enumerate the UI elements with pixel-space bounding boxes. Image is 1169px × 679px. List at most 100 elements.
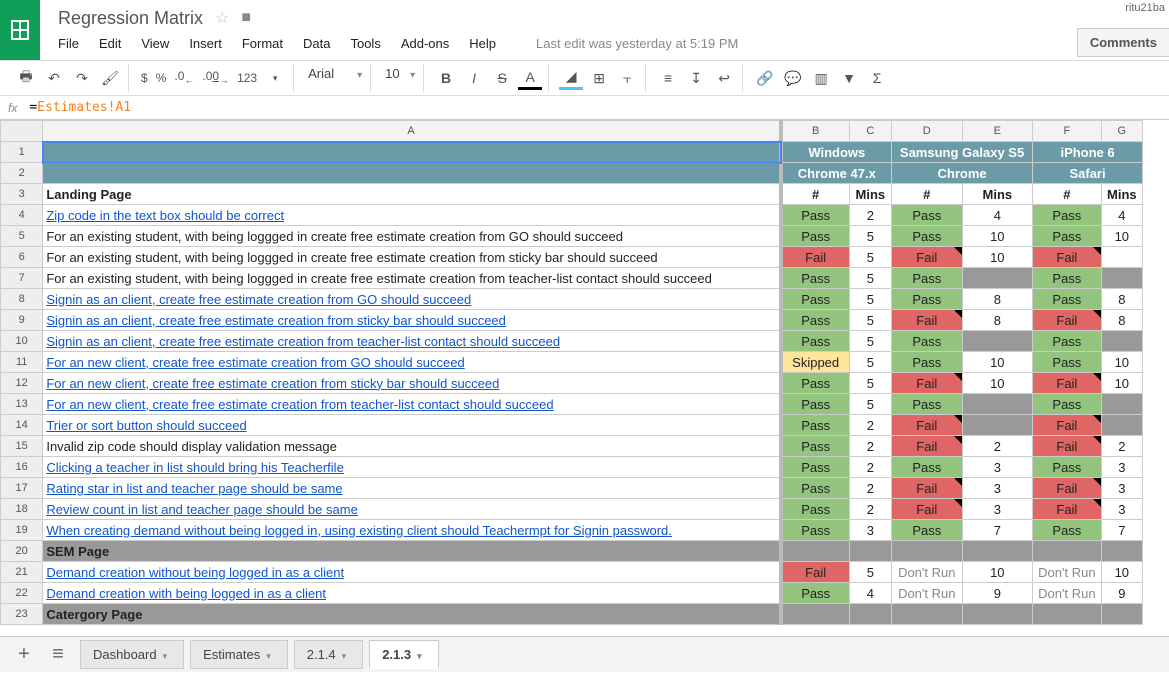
row-header[interactable]: 16 xyxy=(1,457,43,478)
cell[interactable]: 10 xyxy=(962,226,1033,247)
test-link[interactable]: Rating star in list and teacher page sho… xyxy=(46,481,342,496)
cell[interactable]: 3 xyxy=(1101,499,1142,520)
cell[interactable]: For an existing student, with being logg… xyxy=(43,226,781,247)
text-wrap-icon[interactable]: ↩ xyxy=(712,66,736,90)
cell[interactable]: 10 xyxy=(1101,562,1142,583)
sheet-tab[interactable]: Dashboard▾ xyxy=(80,640,184,669)
chevron-down-icon[interactable]: ▾ xyxy=(266,651,271,661)
cell[interactable] xyxy=(1101,394,1142,415)
cell[interactable] xyxy=(962,604,1033,625)
cell[interactable]: 3 xyxy=(962,478,1033,499)
cell[interactable] xyxy=(781,604,850,625)
row-header[interactable]: 4 xyxy=(1,205,43,226)
cell[interactable]: Pass xyxy=(1033,352,1102,373)
cell[interactable]: 5 xyxy=(849,289,891,310)
cell[interactable]: Fail xyxy=(781,247,850,268)
cell[interactable]: Pass xyxy=(892,457,963,478)
cell[interactable]: 5 xyxy=(849,226,891,247)
cell[interactable]: Chrome xyxy=(892,163,1033,184)
cell[interactable]: 3 xyxy=(1101,478,1142,499)
cell[interactable]: 10 xyxy=(962,373,1033,394)
cell[interactable]: 10 xyxy=(962,562,1033,583)
cell[interactable]: 7 xyxy=(1101,520,1142,541)
cell[interactable]: Mins xyxy=(1101,184,1142,205)
cell[interactable]: Don't Run xyxy=(892,562,963,583)
menu-edit[interactable]: Edit xyxy=(99,36,121,51)
row-header[interactable]: 21 xyxy=(1,562,43,583)
test-link[interactable]: For an new client, create free estimate … xyxy=(46,397,553,412)
cell[interactable]: Pass xyxy=(781,478,850,499)
chevron-down-icon[interactable]: ▾ xyxy=(417,651,422,661)
cell[interactable] xyxy=(962,394,1033,415)
cell[interactable]: 3 xyxy=(962,499,1033,520)
menu-view[interactable]: View xyxy=(141,36,169,51)
cell[interactable]: When creating demand without being logge… xyxy=(43,520,781,541)
all-sheets-button[interactable]: ≡ xyxy=(46,643,70,666)
font-select[interactable]: Arial xyxy=(304,66,364,90)
cell[interactable]: Demand creation with being logged in as … xyxy=(43,583,781,604)
cell[interactable]: Fail xyxy=(892,499,963,520)
insert-link-icon[interactable]: 🔗 xyxy=(753,66,777,90)
cell[interactable]: 8 xyxy=(962,289,1033,310)
test-link[interactable]: Clicking a teacher in list should bring … xyxy=(46,460,343,475)
row-header[interactable]: 13 xyxy=(1,394,43,415)
cell[interactable]: Don't Run xyxy=(892,583,963,604)
cell[interactable]: 2 xyxy=(962,436,1033,457)
cell[interactable] xyxy=(892,541,963,562)
cell[interactable]: 7 xyxy=(962,520,1033,541)
cell[interactable]: Pass xyxy=(781,499,850,520)
increase-decimal[interactable]: .00→ xyxy=(200,69,231,86)
cell[interactable]: Rating star in list and teacher page sho… xyxy=(43,478,781,499)
cell[interactable]: 2 xyxy=(1101,436,1142,457)
row-header[interactable]: 23 xyxy=(1,604,43,625)
test-link[interactable]: Zip code in the text box should be corre… xyxy=(46,208,284,223)
cell[interactable]: Pass xyxy=(1033,520,1102,541)
cell[interactable]: Skipped xyxy=(781,352,850,373)
col-header[interactable]: G xyxy=(1101,121,1142,142)
more-formats[interactable]: 123 xyxy=(235,71,259,85)
cell[interactable]: Fail xyxy=(1033,247,1102,268)
row-header[interactable]: 3 xyxy=(1,184,43,205)
comments-button[interactable]: Comments xyxy=(1077,28,1169,57)
col-header[interactable]: D xyxy=(892,121,963,142)
cell[interactable]: Fail xyxy=(892,415,963,436)
cell[interactable]: 4 xyxy=(1101,205,1142,226)
test-link[interactable]: Demand creation without being logged in … xyxy=(46,565,344,580)
cell[interactable]: 5 xyxy=(849,310,891,331)
cell[interactable]: Pass xyxy=(1033,457,1102,478)
cell[interactable]: Pass xyxy=(892,331,963,352)
cell[interactable]: 8 xyxy=(1101,310,1142,331)
cell[interactable]: Fail xyxy=(1033,499,1102,520)
col-header[interactable]: C xyxy=(849,121,891,142)
chevron-down-icon[interactable]: ▾ xyxy=(342,651,347,661)
insert-chart-icon[interactable]: ▥ xyxy=(809,66,833,90)
cell[interactable] xyxy=(962,331,1033,352)
cell[interactable]: Signin as an client, create free estimat… xyxy=(43,289,781,310)
cell[interactable]: Zip code in the text box should be corre… xyxy=(43,205,781,226)
sheet-tab[interactable]: Estimates▾ xyxy=(190,640,288,669)
test-link[interactable]: For an new client, create free estimate … xyxy=(46,355,464,370)
fill-color-icon[interactable]: ◢ xyxy=(559,66,583,90)
row-header[interactable]: 19 xyxy=(1,520,43,541)
cell[interactable]: Pass xyxy=(781,520,850,541)
cell[interactable]: 5 xyxy=(849,247,891,268)
cell[interactable]: Pass xyxy=(781,289,850,310)
cell[interactable]: Pass xyxy=(1033,205,1102,226)
row-header[interactable]: 1 xyxy=(1,142,43,163)
cell[interactable]: Invalid zip code should display validati… xyxy=(43,436,781,457)
row-header[interactable]: 10 xyxy=(1,331,43,352)
align-horizontal-icon[interactable]: ≡ xyxy=(656,66,680,90)
col-header[interactable]: E xyxy=(962,121,1033,142)
cell[interactable]: Pass xyxy=(1033,226,1102,247)
cell[interactable]: 2 xyxy=(849,415,891,436)
cell[interactable]: Landing Page xyxy=(43,184,781,205)
cell[interactable]: Windows xyxy=(781,142,892,163)
cell[interactable] xyxy=(962,415,1033,436)
formula-input[interactable]: =Estimates!A1 xyxy=(29,100,1161,115)
cell[interactable]: 2 xyxy=(849,457,891,478)
text-color-button[interactable]: A xyxy=(518,66,542,90)
cell[interactable] xyxy=(1101,541,1142,562)
cell[interactable]: # xyxy=(781,184,850,205)
test-link[interactable]: When creating demand without being logge… xyxy=(46,523,672,538)
cell[interactable]: 3 xyxy=(962,457,1033,478)
